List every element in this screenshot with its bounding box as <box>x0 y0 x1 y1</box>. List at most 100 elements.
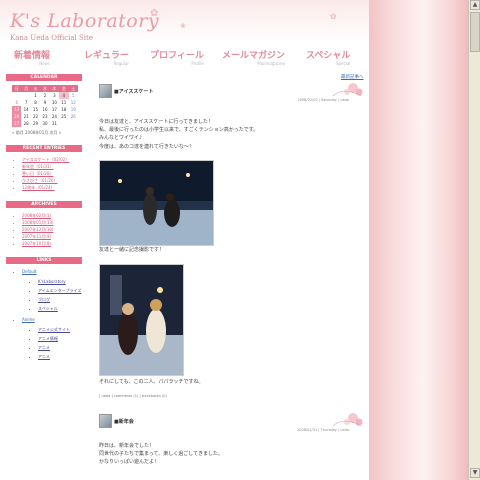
list-item[interactable]: 寒い日（01/28） <box>22 170 82 177</box>
recent-entries-list: アイススケート（02/02） 新年会（01/31） 寒い日（01/28） ひさび… <box>6 156 82 191</box>
calendar-cell: 2 <box>43 93 47 98</box>
calendar-cell: 7 <box>24 100 28 105</box>
scroll-up-icon[interactable]: ▲ <box>470 0 480 10</box>
nav-label: プロフィール <box>150 51 204 61</box>
links-sublist: アニメ公式サイト アニメ情報 アニメ アニメ <box>28 327 82 360</box>
calendar-cell: 18 <box>61 107 67 112</box>
links-list: Default K'sLaboratory アイムエンタープライズ ブログ スペ… <box>6 268 82 360</box>
entry-title[interactable]: ■アイススケート <box>114 88 153 95</box>
entry-header: ■アイススケート 2008/02/02 | Saturday | ueda <box>99 83 363 102</box>
nav-mailmagazine[interactable]: メールマガジン Mailmagazine <box>222 48 285 66</box>
calendar-cell: 14 <box>23 107 29 112</box>
calendar-day-header: 土 <box>68 85 78 92</box>
scroll-down-icon[interactable]: ▼ <box>470 468 480 478</box>
nav-profile[interactable]: プロフィール Profile <box>150 48 204 66</box>
entry-text: みんなとワイワイ♪ <box>99 135 143 142</box>
calendar-day-header: 木 <box>49 85 60 92</box>
calendar-cell[interactable]: 13 <box>12 106 22 113</box>
list-item[interactable]: 2007年10月(8) <box>22 240 82 247</box>
list-item[interactable]: K'sLaboratory <box>38 279 82 285</box>
calendar-day-header: 火 <box>30 85 41 92</box>
calendar-cell[interactable]: 20 <box>12 113 22 120</box>
nav-regular[interactable]: レギュラー Regular <box>84 48 129 66</box>
entry-footer[interactable]: [ ueda ] comments (1) | trackbacks (0) <box>99 394 167 398</box>
list-item[interactable]: 2007年11月(9) <box>22 233 82 240</box>
calendar-cell <box>59 120 68 127</box>
nav-special[interactable]: スペシャル Special <box>306 48 350 66</box>
links-group-label[interactable]: Anime <box>22 317 35 322</box>
nav-sublabel: Regular <box>113 61 130 66</box>
calendar-cell: 26 <box>70 114 76 119</box>
calendar-day-header: 日 <box>12 85 22 92</box>
list-item[interactable]: 新年会（01/31） <box>22 163 82 170</box>
list-item[interactable]: 12周年（01/24） <box>22 184 82 191</box>
main-nav: 新着情報 News レギュラー Regular プロフィール Profile メ… <box>0 48 369 68</box>
entry-meta: 2008/02/02 | Saturday | ueda <box>297 98 350 102</box>
calendar-day-header: 金 <box>59 85 69 92</box>
list-item[interactable]: 2008年01月(13) <box>22 219 82 226</box>
nav-label: 新着情報 <box>14 51 51 61</box>
calendar-cell: 10 <box>51 100 57 105</box>
skating-photo-icon <box>100 161 213 245</box>
list-item[interactable]: ひさびさ（01/26） <box>22 177 82 184</box>
entry-title[interactable]: ■新年会 <box>114 418 134 425</box>
list-item[interactable]: ブログ <box>38 297 82 303</box>
calendar-cell[interactable]: 4 <box>59 92 69 99</box>
nav-label: レギュラー <box>84 51 130 61</box>
nav-label: スペシャル <box>306 51 351 61</box>
scrollbar[interactable]: ▲ ▼ <box>468 0 480 480</box>
calendar-cell: 6 <box>15 100 18 105</box>
entry-photo[interactable] <box>99 264 184 376</box>
sidebar: CALENDAR 日 月 火 水 木 金 土 1 2 3 4 5 6 7 8 9… <box>6 74 82 364</box>
flower-icon: ✿ <box>330 12 337 21</box>
calendar-cell: 1 <box>34 93 37 98</box>
flower-decoration-icon <box>332 413 363 427</box>
archives-list: 2008年02月(1) 2008年01月(13) 2007年12月(10) 20… <box>6 212 82 247</box>
list-item[interactable]: スペシャル <box>38 306 82 312</box>
list-item[interactable]: 2007年12月(10) <box>22 226 82 233</box>
calendar-cell: 15 <box>33 107 39 112</box>
links-title: LINKS <box>6 257 82 264</box>
list-item[interactable]: アイススケート（02/02） <box>22 156 82 163</box>
calendar-cell: 30 <box>42 121 48 126</box>
links-group-anime: Anime アニメ公式サイト アニメ情報 アニメ アニメ <box>22 316 82 360</box>
entry-text: 同世代の子たちで集まって、楽しく過ごしてきました。 <box>99 451 224 458</box>
entry-photo[interactable] <box>99 160 214 246</box>
photo-caption: 友達と一緒に記念撮影です！ <box>99 247 165 253</box>
list-item[interactable]: アニメ情報 <box>38 336 82 342</box>
decorative-background <box>369 0 468 480</box>
calendar-cell: 8 <box>34 100 37 105</box>
entry-header: ■新年会 2008/01/31 | Thursday | ueda <box>99 413 363 432</box>
calendar-cell: 19 <box>70 107 76 112</box>
list-item[interactable]: アニメ公式サイト <box>38 327 82 333</box>
site-logo[interactable]: K's Laboratory <box>10 10 159 32</box>
nav-news[interactable]: 新着情報 News <box>14 48 50 66</box>
entry-text: 今日は友達と、アイススケートに行ってきました！ <box>99 119 214 125</box>
entry-text: かなりいっぱい遊んだよ！ <box>99 459 160 466</box>
list-item[interactable]: アニメ <box>38 354 82 360</box>
nav-sublabel: Mailmagazine <box>257 61 286 66</box>
scrollbar-thumb[interactable] <box>470 12 480 52</box>
calendar-cell: 12 <box>70 100 76 105</box>
calendar-cell: 29 <box>33 121 39 126</box>
links-sublist: K'sLaboratory アイムエンタープライズ ブログ スペシャル <box>28 279 82 312</box>
calendar-cell: 24 <box>51 114 57 119</box>
calendar-cell[interactable]: 27 <box>12 120 22 127</box>
list-item[interactable]: アニメ <box>38 345 82 351</box>
calendar-cell <box>21 92 30 99</box>
nav-label: メールマガジン <box>222 51 286 61</box>
flower-icon: ✿ <box>150 8 159 19</box>
entry-body: 昨日は、新年会でした！ 同世代の子たちで集まって、楽しく過ごしてきました。 かな… <box>99 442 223 467</box>
calendar-cell: 5 <box>71 93 75 98</box>
list-item[interactable]: アイムエンタープライズ <box>38 288 82 294</box>
links-group-label[interactable]: Default <box>22 269 37 274</box>
archives-title: ARCHIVES <box>6 201 82 208</box>
list-item[interactable]: 2008年02月(1) <box>22 212 82 219</box>
flower-decoration-icon <box>332 83 363 97</box>
page: K's Laboratory Kana Ueda Official Site ✿… <box>0 0 369 480</box>
calendar-cell <box>69 120 78 127</box>
calendar-day-header: 水 <box>40 85 50 92</box>
calendar-cell: 21 <box>23 114 29 119</box>
entry-text: 私、最後に行ったのは小学生以来で、すごくテンション高かったです。 <box>99 127 259 134</box>
entry-meta: 2008/01/31 | Thursday | ueda <box>297 428 349 432</box>
